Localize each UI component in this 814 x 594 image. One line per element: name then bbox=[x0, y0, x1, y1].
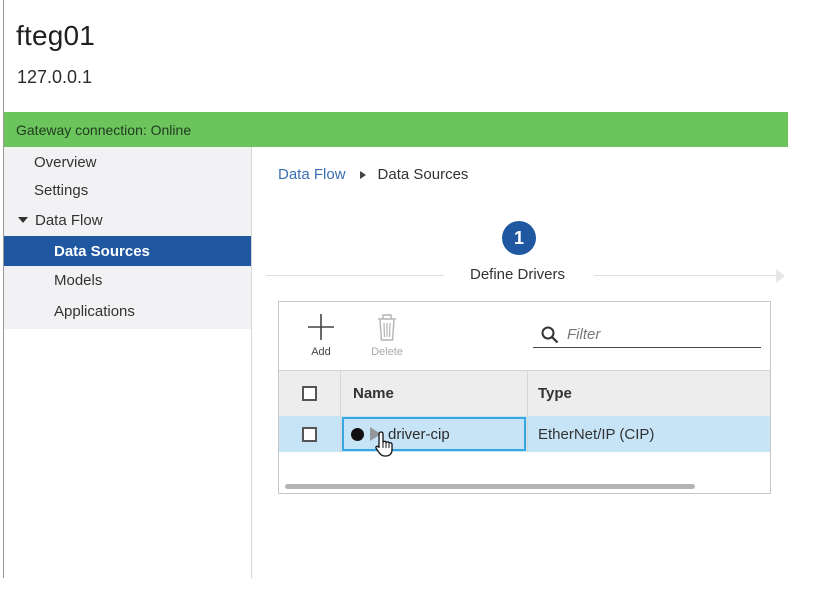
data-sources-panel: Add Delete Filter Name Type driver-cip E… bbox=[278, 301, 771, 494]
driver-name: driver-cip bbox=[388, 425, 450, 443]
wizard-step-label: Define Drivers bbox=[470, 266, 566, 283]
delete-button[interactable]: Delete bbox=[363, 312, 411, 362]
row-name-cell[interactable]: driver-cip bbox=[341, 416, 528, 452]
filter-field bbox=[533, 322, 761, 348]
wizard-line-left bbox=[266, 275, 444, 276]
row-type-cell: EtherNet/IP (CIP) bbox=[538, 425, 655, 443]
wizard-line-right bbox=[594, 275, 776, 276]
hand-cursor-icon bbox=[375, 431, 393, 457]
sidebar-item-label: Settings bbox=[34, 181, 89, 199]
gateway-status-text: Gateway connection: Online bbox=[16, 121, 192, 138]
device-ip: 127.0.0.1 bbox=[17, 67, 93, 87]
breadcrumb: Data Flow Data Sources bbox=[278, 166, 468, 183]
table-row[interactable]: driver-cip EtherNet/IP (CIP) bbox=[279, 416, 770, 452]
delete-label: Delete bbox=[371, 346, 403, 358]
wizard-step-indicator[interactable]: 1 bbox=[502, 221, 536, 255]
wizard-arrow-icon bbox=[776, 269, 785, 283]
app-frame: fteg01 127.0.0.1 Gateway connection: Onl… bbox=[0, 0, 814, 594]
column-header-name[interactable]: Name bbox=[341, 371, 528, 416]
grid-toolbar: Add Delete bbox=[279, 302, 770, 370]
horizontal-scrollbar[interactable] bbox=[285, 484, 695, 489]
search-icon bbox=[541, 326, 559, 343]
sidebar-item-applications[interactable]: Applications bbox=[4, 296, 251, 326]
sidebar-item-label: Data Sources bbox=[54, 242, 150, 260]
row-checkbox[interactable] bbox=[302, 426, 317, 442]
sidebar-item-label: Data Flow bbox=[35, 211, 103, 229]
header-checkbox-cell bbox=[279, 371, 341, 416]
add-button[interactable]: Add bbox=[297, 312, 345, 362]
sidebar-item-data-flow[interactable]: Data Flow bbox=[4, 205, 251, 235]
add-label: Add bbox=[311, 346, 331, 358]
sidebar: Overview Settings Data Flow Data Sources… bbox=[4, 147, 251, 329]
trash-icon bbox=[378, 314, 396, 341]
gateway-status-bar: Gateway connection: Online bbox=[4, 112, 788, 147]
add-icon bbox=[308, 314, 334, 340]
grid-header: Name Type bbox=[279, 370, 770, 416]
select-all-checkbox[interactable] bbox=[302, 386, 317, 401]
sidebar-item-label: Overview bbox=[34, 153, 97, 171]
sidebar-item-data-sources[interactable]: Data Sources bbox=[4, 236, 251, 266]
sidebar-item-models[interactable]: Models bbox=[4, 265, 251, 295]
sidebar-item-settings[interactable]: Settings bbox=[4, 175, 251, 205]
sidebar-item-overview[interactable]: Overview bbox=[4, 147, 251, 177]
column-header-type[interactable]: Type bbox=[528, 371, 770, 416]
status-dot-icon bbox=[351, 427, 364, 441]
sidebar-item-label: Applications bbox=[54, 302, 135, 320]
device-name: fteg01 bbox=[16, 20, 96, 51]
breadcrumb-current: Data Sources bbox=[377, 166, 469, 183]
expand-caret-icon[interactable] bbox=[18, 217, 28, 223]
breadcrumb-link-data-flow[interactable]: Data Flow bbox=[278, 166, 346, 183]
sidebar-divider bbox=[251, 147, 252, 578]
breadcrumb-separator-icon bbox=[359, 170, 366, 179]
row-checkbox-cell bbox=[279, 416, 341, 452]
filter-input[interactable] bbox=[567, 326, 747, 343]
sidebar-item-label: Models bbox=[54, 271, 103, 289]
